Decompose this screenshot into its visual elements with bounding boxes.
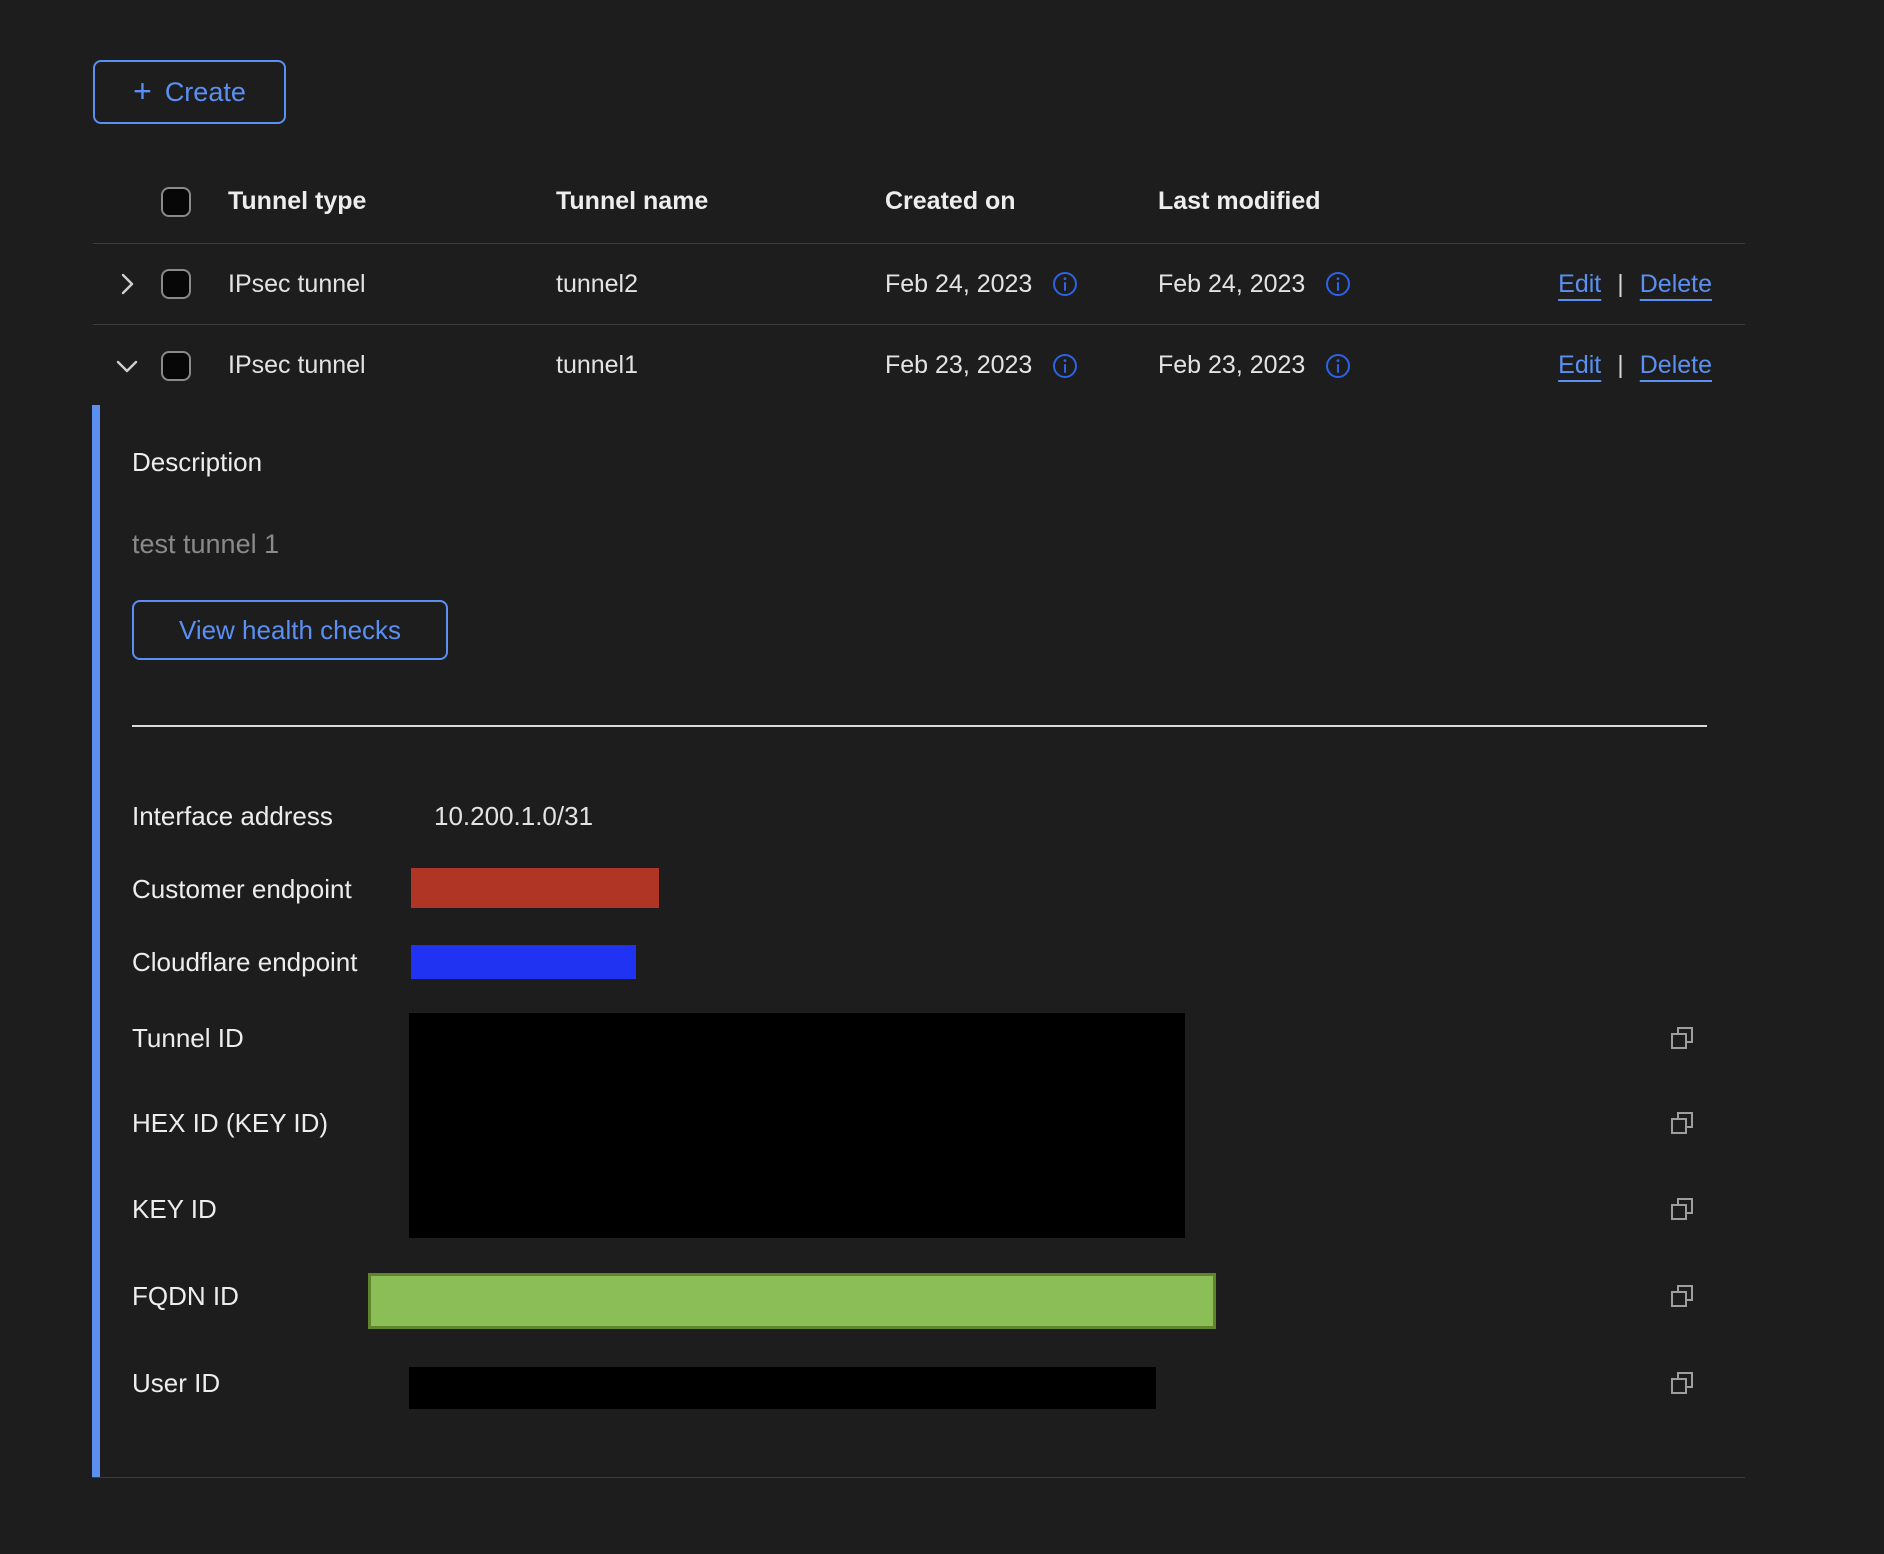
tunnel-type-value: IPsec tunnel [228, 270, 556, 299]
hex-id-label: HEX ID (KEY ID) [132, 1108, 328, 1138]
description-label: Description [132, 447, 262, 478]
chevron-down-icon[interactable] [112, 351, 142, 381]
section-divider [132, 725, 1707, 727]
delete-link[interactable]: Delete [1640, 270, 1712, 299]
user-id-label: User ID [132, 1368, 220, 1398]
copy-icon[interactable] [1668, 1282, 1696, 1310]
last-modified-value: Feb 23, 2023 [1158, 351, 1305, 380]
copy-icon[interactable] [1668, 1195, 1696, 1223]
interface-address-value: 10.200.1.0/31 [434, 801, 593, 831]
last-modified-value: Feb 24, 2023 [1158, 270, 1305, 299]
header-created-on: Created on [885, 187, 1158, 216]
tunnel-type-value: IPsec tunnel [228, 351, 556, 380]
select-all-checkbox[interactable] [161, 187, 191, 217]
expanded-row-accent-bar [92, 405, 100, 1477]
table-row: IPsec tunnel tunnel2 Feb 24, 2023 Feb 24… [93, 244, 1745, 325]
description-value: test tunnel 1 [132, 529, 279, 560]
tunnel-fields: Interface address 10.200.1.0/31 Customer… [132, 780, 1745, 1478]
copy-icon[interactable] [1668, 1369, 1696, 1397]
tunnels-table: Tunnel type Tunnel name Created on Last … [93, 160, 1745, 406]
fqdn-id-label: FQDN ID [132, 1281, 239, 1311]
table-row: IPsec tunnel tunnel1 Feb 23, 2023 Feb 23… [93, 325, 1745, 406]
tunnel-name-value: tunnel2 [556, 270, 885, 299]
info-icon[interactable] [1052, 353, 1078, 379]
fqdn-id-redaction [368, 1273, 1216, 1329]
header-tunnel-type: Tunnel type [228, 187, 556, 216]
delete-link[interactable]: Delete [1640, 351, 1712, 380]
table-header-row: Tunnel type Tunnel name Created on Last … [93, 160, 1745, 244]
tunnel-id-label: Tunnel ID [132, 1023, 244, 1053]
created-on-value: Feb 24, 2023 [885, 270, 1032, 299]
action-separator: | [1617, 351, 1624, 380]
user-id-redaction [409, 1367, 1156, 1409]
info-icon[interactable] [1325, 353, 1351, 379]
customer-endpoint-redaction [411, 868, 659, 908]
row-checkbox[interactable] [161, 351, 191, 381]
tunnel-detail-panel: Description test tunnel 1 View health ch… [92, 405, 1745, 1478]
edit-link[interactable]: Edit [1558, 270, 1601, 299]
create-button[interactable]: + Create [93, 60, 286, 124]
tunnel-name-value: tunnel1 [556, 351, 885, 380]
customer-endpoint-label: Customer endpoint [132, 874, 352, 904]
view-health-checks-button[interactable]: View health checks [132, 600, 448, 660]
cloudflare-endpoint-label: Cloudflare endpoint [132, 947, 358, 977]
info-icon[interactable] [1325, 271, 1351, 297]
ids-redaction [409, 1013, 1185, 1238]
cloudflare-endpoint-redaction [411, 945, 636, 979]
header-last-modified: Last modified [1158, 187, 1539, 216]
copy-icon[interactable] [1668, 1109, 1696, 1137]
header-checkbox-cell [161, 187, 228, 217]
plus-icon: + [133, 75, 152, 107]
created-on-value: Feb 23, 2023 [885, 351, 1032, 380]
copy-icon[interactable] [1668, 1024, 1696, 1052]
action-separator: | [1617, 270, 1624, 299]
row-checkbox[interactable] [161, 269, 191, 299]
info-icon[interactable] [1052, 271, 1078, 297]
header-tunnel-name: Tunnel name [556, 187, 885, 216]
create-button-label: Create [165, 77, 246, 108]
key-id-label: KEY ID [132, 1194, 217, 1224]
chevron-right-icon[interactable] [112, 269, 142, 299]
interface-address-label: Interface address [132, 801, 333, 831]
edit-link[interactable]: Edit [1558, 351, 1601, 380]
